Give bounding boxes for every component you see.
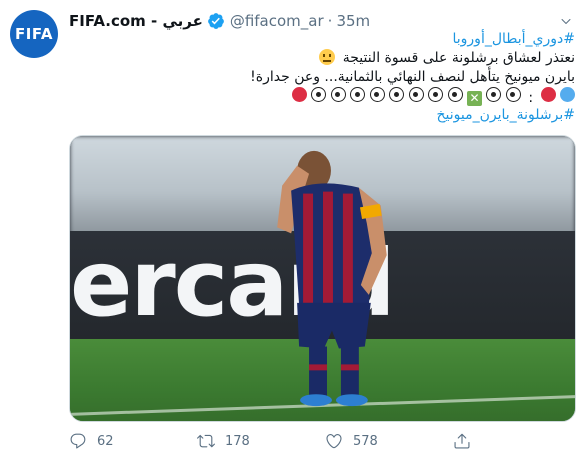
tweet-header: FIFA.com - عربي @fifacom_ar · 35m bbox=[69, 10, 370, 32]
score-emoji-row: : ✕ bbox=[75, 87, 575, 106]
soccer-ball-emoji-icon bbox=[428, 87, 444, 102]
separator-dot: · bbox=[327, 12, 333, 30]
red-circle-emoji-icon bbox=[291, 87, 307, 102]
reply-count: 62 bbox=[97, 433, 114, 449]
tweet-text: #دوري_أبطال_أوروبا نعتذر لعشاق برشلونة ع… bbox=[75, 30, 575, 125]
reply-icon bbox=[70, 433, 86, 449]
red-circle-emoji-icon bbox=[540, 87, 556, 102]
neutral-face-emoji-icon bbox=[319, 49, 336, 65]
display-name[interactable]: FIFA.com - عربي bbox=[69, 12, 203, 30]
blue-circle-emoji-icon bbox=[560, 87, 575, 102]
tweet-line-apology: نعتذر لعشاق برشلونة على قسوة النتيجة bbox=[75, 49, 575, 68]
hashtag-link[interactable]: #دوري_أبطال_أوروبا bbox=[75, 30, 576, 49]
soccer-ball-emoji-icon bbox=[369, 87, 385, 102]
share-icon bbox=[454, 433, 470, 449]
player-figure bbox=[277, 150, 387, 407]
avatar[interactable]: FIFA bbox=[10, 10, 58, 58]
timestamp[interactable]: 35m bbox=[336, 12, 370, 30]
tweet-line-qualify: بايرن ميونيخ يتأهل لنصف النهائي بالثماني… bbox=[250, 69, 575, 85]
verified-badge-icon bbox=[207, 12, 225, 30]
soccer-ball-emoji-icon bbox=[447, 87, 463, 102]
tweet-photo[interactable]: ercard bbox=[69, 135, 576, 422]
soccer-ball-emoji-icon bbox=[311, 87, 327, 102]
share-button[interactable] bbox=[453, 432, 481, 450]
cross-mark-emoji-icon: ✕ bbox=[467, 91, 483, 106]
tweet-actions: 62 178 578 bbox=[69, 430, 499, 452]
soccer-ball-emoji-icon bbox=[408, 87, 424, 102]
soccer-ball-emoji-icon bbox=[505, 87, 521, 102]
retweet-button[interactable]: 178 bbox=[197, 432, 325, 450]
soccer-ball-emoji-icon bbox=[389, 87, 405, 102]
tweet-line-apology-text: نعتذر لعشاق برشلونة على قسوة النتيجة bbox=[342, 50, 575, 66]
like-button[interactable]: 578 bbox=[325, 432, 453, 450]
retweet-count: 178 bbox=[225, 433, 250, 449]
avatar-logo-text: FIFA bbox=[15, 25, 53, 43]
like-count: 578 bbox=[353, 433, 378, 449]
soccer-ball-emoji-icon bbox=[350, 87, 366, 102]
reply-button[interactable]: 62 bbox=[69, 432, 197, 450]
hashtag-link[interactable]: #برشلونة_بايرن_ميونيخ bbox=[75, 106, 575, 125]
handle[interactable]: @fifacom_ar bbox=[230, 12, 324, 30]
score-colon: : bbox=[528, 90, 534, 106]
soccer-ball-emoji-icon bbox=[486, 87, 502, 102]
chevron-down-icon[interactable] bbox=[557, 12, 575, 30]
like-icon bbox=[326, 434, 342, 449]
retweet-icon bbox=[197, 434, 215, 448]
tweet[interactable]: FIFA FIFA.com - عربي @fifacom_ar · 35m #… bbox=[0, 0, 587, 456]
soccer-ball-emoji-icon bbox=[330, 87, 346, 102]
